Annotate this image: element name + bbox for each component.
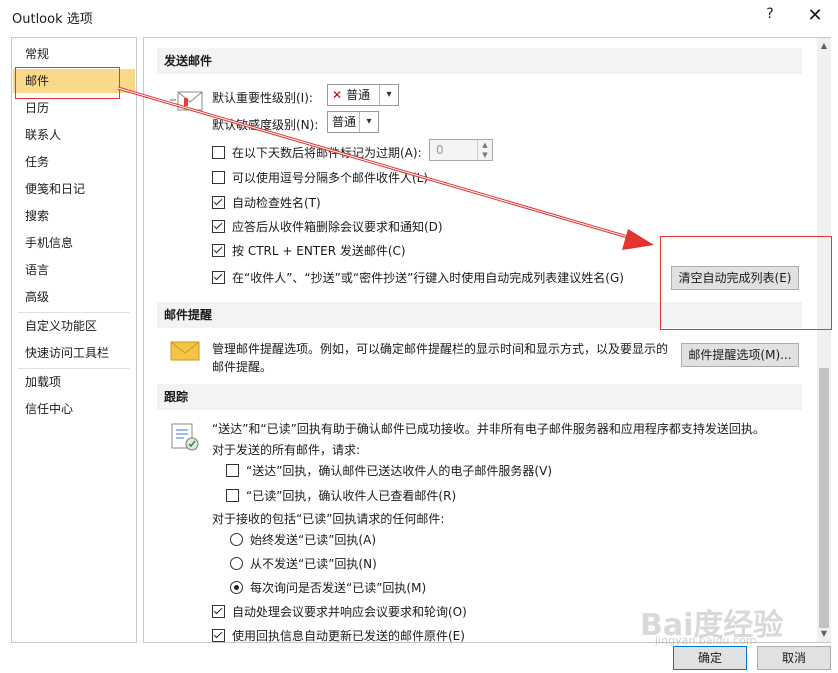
auto-process-label: 自动处理会议要求并响应会议要求和轮询(O) xyxy=(232,605,467,619)
reminders-description-line1: 管理邮件提醒选项。例如，可以确定邮件提醒栏的显示时间和显示方式，以及要显示的 xyxy=(212,342,669,356)
sidebar-item-advanced[interactable]: 高级 xyxy=(13,285,135,309)
spin-down-icon[interactable]: ▼ xyxy=(477,150,492,160)
content-scrollbar[interactable]: ▲ ▼ xyxy=(817,37,831,643)
chevron-down-icon: ▾ xyxy=(359,112,378,132)
check-names-option[interactable]: 自动检查姓名(T) xyxy=(212,194,321,211)
sidebar-item-addins[interactable]: 加载项 xyxy=(13,370,135,394)
never-send-label: 从不发送“已读”回执(N) xyxy=(250,557,377,571)
update-original-option[interactable]: 使用回执信息自动更新已发送的邮件原件(E) xyxy=(212,627,465,643)
reminders-description-line2: 邮件提醒。 xyxy=(212,360,273,374)
never-send-option[interactable]: 从不发送“已读”回执(N) xyxy=(230,555,377,572)
sidebar-item-language[interactable]: 语言 xyxy=(13,258,135,282)
mail-send-icon xyxy=(170,91,203,111)
section-header-tracking: 跟踪 xyxy=(157,384,802,410)
close-button[interactable]: ✕ xyxy=(800,4,830,28)
expire-checkbox[interactable] xyxy=(212,146,225,159)
importance-value: 普通 xyxy=(346,88,371,102)
delivery-receipt-label: “送达”回执，确认邮件已送达收件人的电子邮件服务器(V) xyxy=(246,464,553,478)
tracking-description: “送达”和“已读”回执有助于确认邮件已成功接收。并非所有电子邮件服务器和应用程序… xyxy=(212,422,765,436)
importance-label: 默认重要性级别(I): xyxy=(212,91,313,105)
ok-button[interactable]: 确定 xyxy=(673,646,747,670)
delivery-receipt-checkbox[interactable] xyxy=(226,464,239,477)
section-header-send: 发送邮件 xyxy=(157,48,802,74)
annotation-box-clear xyxy=(660,236,832,330)
sensitivity-label: 默认敏感度级别(N): xyxy=(212,118,319,132)
update-original-label: 使用回执信息自动更新已发送的邮件原件(E) xyxy=(232,629,465,643)
always-send-option[interactable]: 始终发送“已读”回执(A) xyxy=(230,531,376,548)
chevron-down-icon: ▾ xyxy=(379,85,398,105)
update-original-checkbox[interactable] xyxy=(212,629,225,642)
read-receipt-checkbox[interactable] xyxy=(226,489,239,502)
annotation-box-mail xyxy=(15,67,120,99)
expire-label: 在以下天数后将邮件标记为过期(A): xyxy=(232,146,422,160)
options-sidebar: 常规 邮件 日历 联系人 任务 便笺和日记 搜索 手机信息 语言 高级 自定义功… xyxy=(11,37,137,643)
importance-select[interactable]: ✕ 普通 ▾ xyxy=(327,84,399,106)
ask-send-label: 每次询问是否发送“已读”回执(M) xyxy=(250,581,427,595)
sidebar-item-general[interactable]: 常规 xyxy=(13,42,135,66)
sidebar-item-notes-journal[interactable]: 便笺和日记 xyxy=(13,177,135,201)
auto-process-option[interactable]: 自动处理会议要求并响应会议要求和轮询(O) xyxy=(212,603,467,620)
expire-days-value: 0 xyxy=(436,143,444,157)
autocomplete-checkbox[interactable] xyxy=(212,271,225,284)
spin-up-icon[interactable]: ▲ xyxy=(477,140,492,150)
ctrl-enter-label: 按 CTRL + ENTER 发送邮件(C) xyxy=(232,244,406,258)
check-names-label: 自动检查姓名(T) xyxy=(232,196,321,210)
always-send-label: 始终发送“已读”回执(A) xyxy=(250,533,377,547)
window-title: Outlook 选项 xyxy=(12,12,93,27)
expire-days-spinner[interactable]: 0 ▲ ▼ xyxy=(429,139,493,161)
tracking-receipt-icon xyxy=(171,423,199,451)
help-button[interactable]: ? xyxy=(760,6,780,26)
envelope-icon xyxy=(170,341,200,361)
never-send-radio[interactable] xyxy=(230,557,243,570)
sidebar-item-contacts[interactable]: 联系人 xyxy=(13,123,135,147)
options-content: 发送邮件 默认重要性级别(I): ✕ 普通 ▾ 默认敏感度级别(N): 普通 ▾ … xyxy=(143,37,819,643)
delete-meeting-option[interactable]: 应答后从收件箱删除会议要求和通知(D) xyxy=(212,218,443,235)
sensitivity-value: 普通 xyxy=(332,115,357,129)
sidebar-divider xyxy=(18,312,130,313)
comma-separator-checkbox[interactable] xyxy=(212,171,225,184)
scroll-thumb[interactable] xyxy=(819,368,829,628)
sidebar-divider xyxy=(18,368,130,369)
read-receipt-option[interactable]: “已读”回执，确认收件人已查看邮件(R) xyxy=(226,487,456,504)
sensitivity-select[interactable]: 普通 ▾ xyxy=(327,111,379,133)
sidebar-item-tasks[interactable]: 任务 xyxy=(13,150,135,174)
autocomplete-option[interactable]: 在“收件人”、“抄送”或“密件抄送”行键入时使用自动完成列表建议姓名(G) xyxy=(212,269,624,286)
expire-option[interactable]: 在以下天数后将邮件标记为过期(A): xyxy=(212,144,422,161)
scroll-up-icon[interactable]: ▲ xyxy=(817,38,831,54)
ctrl-enter-option[interactable]: 按 CTRL + ENTER 发送邮件(C) xyxy=(212,242,406,259)
scroll-down-icon[interactable]: ▼ xyxy=(817,626,831,642)
read-receipt-label: “已读”回执，确认收件人已查看邮件(R) xyxy=(246,489,457,503)
delete-meeting-label: 应答后从收件箱删除会议要求和通知(D) xyxy=(232,220,443,234)
ask-send-option[interactable]: 每次询问是否发送“已读”回执(M) xyxy=(230,579,426,596)
autocomplete-label: 在“收件人”、“抄送”或“密件抄送”行键入时使用自动完成列表建议姓名(G) xyxy=(232,271,624,285)
check-names-checkbox[interactable] xyxy=(212,196,225,209)
importance-flag-icon: ✕ xyxy=(332,88,343,102)
baidu-watermark-url: jingyan.baidu.com xyxy=(655,634,757,647)
sidebar-item-search[interactable]: 搜索 xyxy=(13,204,135,228)
sidebar-item-customize-ribbon[interactable]: 自定义功能区 xyxy=(13,314,135,338)
cancel-button[interactable]: 取消 xyxy=(757,646,831,670)
mail-reminder-options-button[interactable]: 邮件提醒选项(M)... xyxy=(681,343,799,367)
tracking-incoming-label: 对于接收的包括“已读”回执请求的任何邮件: xyxy=(212,512,445,526)
delete-meeting-checkbox[interactable] xyxy=(212,220,225,233)
title-bar: Outlook 选项 ? ✕ xyxy=(0,0,838,33)
sidebar-item-calendar[interactable]: 日历 xyxy=(13,96,135,120)
ctrl-enter-checkbox[interactable] xyxy=(212,244,225,257)
delivery-receipt-option[interactable]: “送达”回执，确认邮件已送达收件人的电子邮件服务器(V) xyxy=(226,462,552,479)
comma-separator-label: 可以使用逗号分隔多个邮件收件人(L) xyxy=(232,171,429,185)
tracking-sent-label: 对于发送的所有邮件，请求: xyxy=(212,443,361,457)
auto-process-checkbox[interactable] xyxy=(212,605,225,618)
sidebar-item-quick-access-toolbar[interactable]: 快速访问工具栏 xyxy=(13,341,135,365)
sidebar-item-mobile[interactable]: 手机信息 xyxy=(13,231,135,255)
comma-separator-option[interactable]: 可以使用逗号分隔多个邮件收件人(L) xyxy=(212,169,428,186)
sidebar-item-trust-center[interactable]: 信任中心 xyxy=(13,397,135,421)
ask-send-radio[interactable] xyxy=(230,581,243,594)
always-send-radio[interactable] xyxy=(230,533,243,546)
